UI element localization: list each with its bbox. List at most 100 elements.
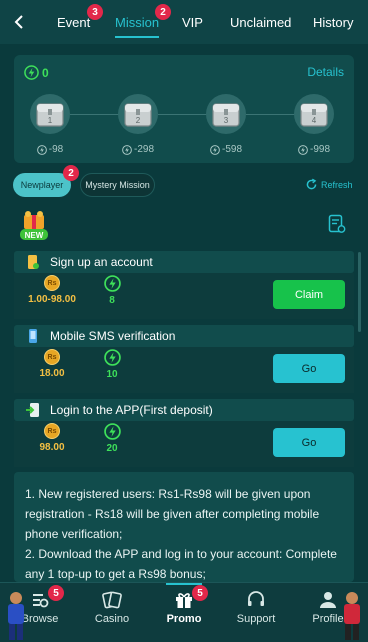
details-link[interactable]: Details <box>307 65 344 79</box>
tab-event[interactable]: Event 3 <box>57 0 103 44</box>
top-nav: Event 3 Mission 2 VIP Unclaimed History <box>0 0 368 44</box>
refresh-button[interactable]: Refresh <box>305 178 353 191</box>
rupee-coin-icon: Rs <box>44 423 60 439</box>
tab-mission-underline <box>115 36 160 38</box>
mission-progress-panel: 0 Details 1 2 3 4 -98 -298 -598 -998 <box>14 55 354 163</box>
scrollbar[interactable] <box>358 252 361 332</box>
nav-support-label: Support <box>236 613 276 625</box>
chest-connector <box>246 114 298 115</box>
points-reward-value: 8 <box>109 295 115 306</box>
tab-vip[interactable]: VIP <box>182 0 203 44</box>
refresh-icon <box>306 178 317 190</box>
nav-browse-badge: 5 <box>48 585 64 601</box>
points-reward: 20 <box>84 423 140 454</box>
app-login-icon <box>24 401 42 419</box>
chest-reward-value: -998 <box>309 144 330 155</box>
headset-icon <box>245 589 267 611</box>
cash-reward-value: 1.00-98.00 <box>28 294 76 305</box>
cash-reward-value: 98.00 <box>39 442 65 453</box>
points-reward: 10 <box>84 349 140 380</box>
chest-icon: 4 <box>300 103 328 127</box>
cash-reward: Rs 18.00 <box>24 349 80 379</box>
chest-connector <box>70 114 122 115</box>
claim-button[interactable]: Claim <box>273 280 345 309</box>
chest-number: 2 <box>136 116 141 125</box>
tab-mission-badge: 2 <box>155 4 171 20</box>
task-body-signup: Rs 1.00-98.00 8 Claim <box>14 273 354 319</box>
tab-mission[interactable]: Mission 2 <box>115 0 171 44</box>
tab-vip-label: VIP <box>182 14 203 30</box>
chest-reward-3: -598 <box>201 144 251 155</box>
task-header-sms: Mobile SMS verification <box>14 325 354 347</box>
chest-reward-value: -298 <box>133 144 154 155</box>
phone-check-icon <box>24 253 42 271</box>
chest-icon: 1 <box>36 103 64 127</box>
chest-number: 4 <box>312 116 317 125</box>
profile-icon <box>317 589 339 611</box>
svg-text:NEW: NEW <box>25 231 44 240</box>
points-total: 0 <box>24 65 49 80</box>
points-reward-value: 10 <box>106 369 118 380</box>
points-reward: 8 <box>84 275 140 306</box>
treasure-chest-3[interactable]: 3 <box>206 94 246 134</box>
filter-newplayer[interactable]: Newplayer <box>13 173 71 197</box>
task-header-app-login: Login to the APP(First deposit) <box>14 399 354 421</box>
nav-support[interactable]: Support <box>226 589 286 625</box>
tab-event-label: Event <box>57 14 91 30</box>
chest-reward-1: -98 <box>25 144 75 155</box>
refresh-label: Refresh <box>321 179 353 190</box>
filter-newplayer-badge: 2 <box>63 165 79 181</box>
chest-icon: 2 <box>124 103 152 127</box>
filter-mystery-label: Mystery Mission <box>85 180 150 190</box>
tab-history[interactable]: History <box>313 0 353 44</box>
task-title: Mobile SMS verification <box>50 329 176 343</box>
tab-history-label: History <box>313 14 354 30</box>
tab-mission-label: Mission <box>115 14 160 30</box>
chest-reward-2: -298 <box>113 144 163 155</box>
go-button-sms[interactable]: Go <box>273 354 345 383</box>
rules-line-2: 2. Download the APP and log in to your a… <box>25 547 337 581</box>
filter-newplayer-label: Newplayer <box>20 180 64 190</box>
rules-document-icon[interactable] <box>328 214 346 234</box>
nav-promo-badge: 5 <box>192 585 208 601</box>
lightning-coin-icon <box>210 144 220 155</box>
task-title: Sign up an account <box>50 255 153 269</box>
tab-unclaimed[interactable]: Unclaimed <box>230 0 291 44</box>
chest-number: 1 <box>48 116 53 125</box>
cash-reward: Rs 1.00-98.00 <box>24 275 80 305</box>
nav-casino-label: Casino <box>94 613 130 625</box>
lightning-coin-icon <box>298 144 308 155</box>
chest-number: 3 <box>224 116 229 125</box>
rupee-coin-icon: Rs <box>44 275 60 291</box>
go-button-app-login[interactable]: Go <box>273 428 345 457</box>
back-button[interactable] <box>8 11 30 33</box>
rupee-coin-icon: Rs <box>44 349 60 365</box>
task-body-sms: Rs 18.00 10 Go <box>14 347 354 393</box>
task-header-signup: Sign up an account <box>14 251 354 273</box>
lightning-coin-icon <box>24 65 39 80</box>
lightning-coin-icon <box>36 144 47 155</box>
chevron-left-icon <box>14 15 23 29</box>
chest-reward-value: -98 <box>48 144 64 155</box>
treasure-chest-4[interactable]: 4 <box>294 94 334 134</box>
nav-promo-label: Promo <box>166 613 202 625</box>
lightning-coin-icon <box>103 275 121 292</box>
tab-event-badge: 3 <box>87 4 103 20</box>
mobile-sms-icon <box>24 327 42 345</box>
treasure-chest-2[interactable]: 2 <box>118 94 158 134</box>
task-body-app-login: Rs 98.00 20 Go <box>14 421 354 467</box>
nav-casino[interactable]: Casino <box>82 589 142 625</box>
player-figure-left <box>8 592 24 640</box>
lightning-coin-icon <box>103 349 121 366</box>
points-total-value: 0 <box>42 65 49 80</box>
rules-line-1: 1. New registered users: Rs1-Rs98 will b… <box>25 487 320 541</box>
chest-icon: 3 <box>212 103 240 127</box>
new-gift-icon: NEW <box>20 211 48 240</box>
nav-promo[interactable]: Promo 5 <box>154 583 214 625</box>
filter-mystery-mission[interactable]: Mystery Mission <box>80 173 155 197</box>
cash-reward: Rs 98.00 <box>24 423 80 453</box>
tab-unclaimed-label: Unclaimed <box>230 14 292 30</box>
treasure-chest-1[interactable]: 1 <box>30 94 70 134</box>
player-figure-right <box>344 592 360 640</box>
cash-reward-value: 18.00 <box>39 368 65 379</box>
